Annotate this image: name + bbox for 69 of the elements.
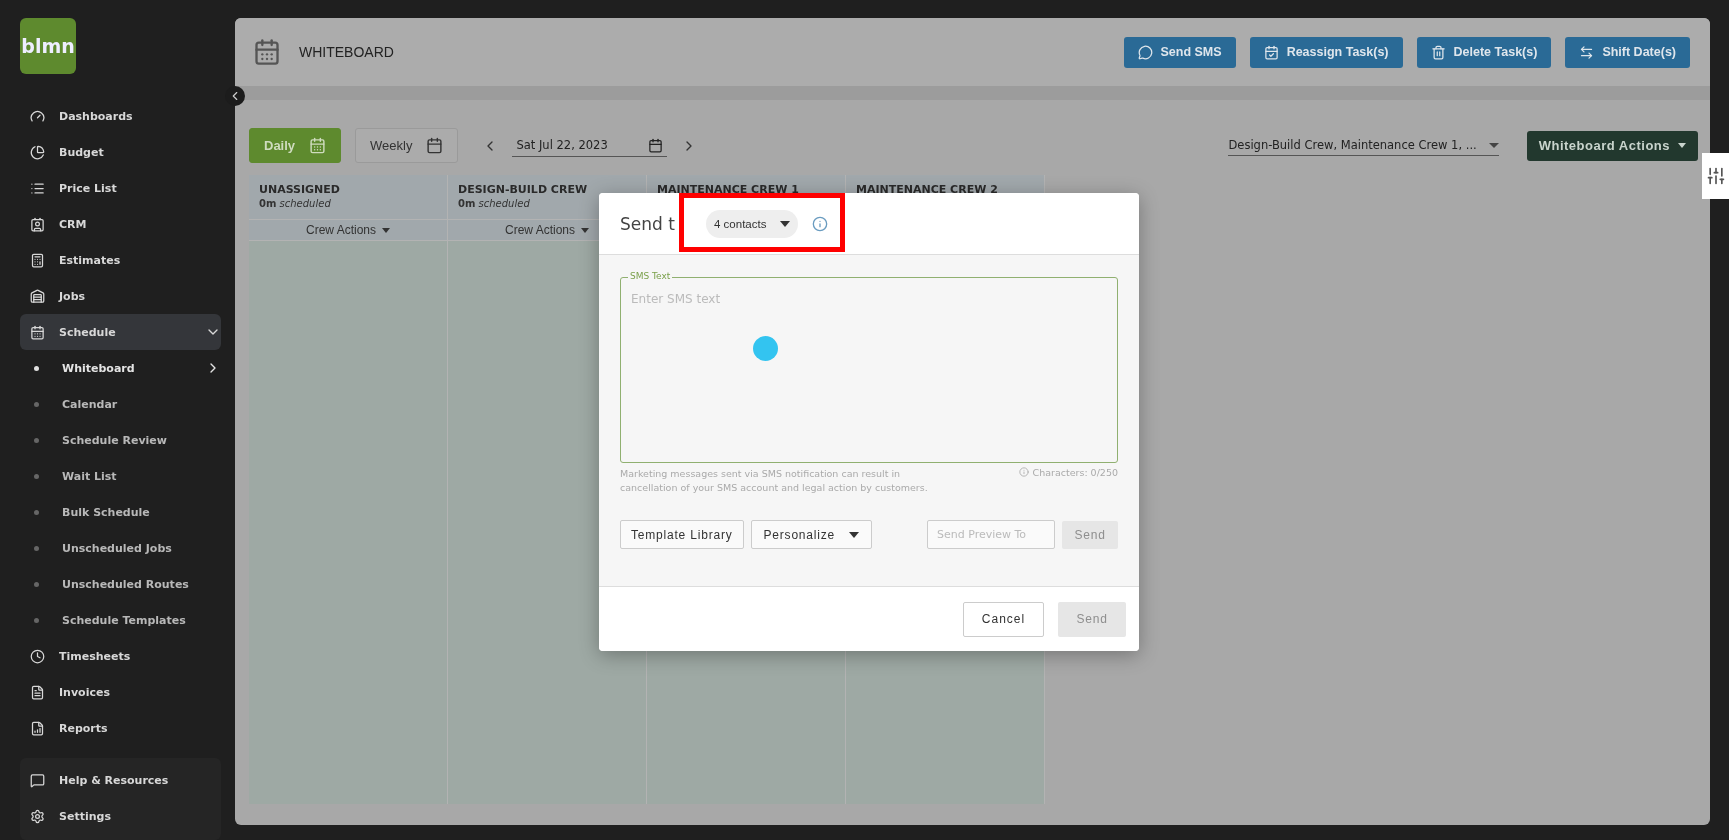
contact-card-icon: [30, 216, 45, 232]
list-icon: [30, 180, 45, 196]
scheduled-time: 0m scheduled: [458, 198, 531, 209]
character-count: Characters: 0/250: [1032, 467, 1118, 478]
sidebar-item[interactable]: Schedule: [20, 314, 221, 350]
sidebar-subitem[interactable]: Bulk Schedule: [20, 494, 221, 530]
sidebar-item[interactable]: CRM: [20, 206, 221, 242]
trash-icon: [1430, 44, 1446, 60]
sidebar-subitem[interactable]: Unscheduled Routes: [20, 566, 221, 602]
calculator-icon: [30, 252, 45, 268]
recipients-dropdown[interactable]: 4 contacts: [706, 209, 799, 238]
template-library-button[interactable]: Template Library: [620, 520, 744, 549]
calendar-icon: [30, 324, 45, 340]
settings-icon: [30, 808, 45, 824]
calendar-grid-icon: [426, 137, 444, 154]
crew-filter[interactable]: Design-Build Crew, Maintenance Crew 1, ...: [1228, 135, 1499, 156]
sidebar-subitem[interactable]: Calendar: [20, 386, 221, 422]
preview-recipient-field[interactable]: Send Preview To: [927, 520, 1055, 549]
pie-chart-icon: [30, 144, 45, 160]
column-title: MAINTENANCE CREW 1: [657, 183, 800, 196]
action-button[interactable]: Send SMS: [1123, 36, 1236, 68]
info-icon: [1018, 467, 1029, 477]
calendar-icon: [309, 137, 327, 154]
whiteboard-actions-button[interactable]: Whiteboard Actions: [1526, 130, 1698, 161]
column-title: UNASSIGNED: [259, 183, 341, 196]
sidebar-item[interactable]: Timesheets: [20, 638, 221, 674]
calendar-icon: [647, 137, 663, 153]
sidebar-subitem[interactable]: Unscheduled Jobs: [20, 530, 221, 566]
sidebar-item[interactable]: Invoices: [20, 674, 221, 710]
disclaimer-text: Marketing messages sent via SMS notification can result in cancellation of your SMS account and legal action by customers.: [620, 467, 929, 495]
logo: blmn: [20, 18, 76, 74]
crew-actions-button[interactable]: Crew Actions: [249, 219, 447, 241]
sidebar-subitem[interactable]: Whiteboard: [20, 350, 221, 386]
sidebar-item[interactable]: Price List: [20, 170, 221, 206]
sidebar-item[interactable]: Jobs: [20, 278, 221, 314]
view-tab[interactable]: Weekly: [355, 128, 459, 163]
cancel-button[interactable]: Cancel: [963, 601, 1044, 637]
collapse-button[interactable]: [225, 86, 245, 106]
document-icon: [30, 684, 45, 700]
warehouse-icon: [30, 288, 45, 304]
sidebar-item[interactable]: Dashboards: [20, 98, 221, 134]
gauge-icon: [30, 108, 45, 124]
calendar-icon: [253, 38, 281, 66]
sidebar-subitem[interactable]: Wait List: [20, 458, 221, 494]
info-icon[interactable]: [812, 215, 829, 232]
sidebar-item[interactable]: Settings: [20, 798, 221, 834]
sidebar-item[interactable]: Help & Resources: [20, 762, 221, 798]
sidebar-subitem[interactable]: Schedule Review: [20, 422, 221, 458]
clock-icon: [30, 648, 45, 664]
filter-settings-button[interactable]: [1702, 153, 1729, 199]
sliders-icon: [1705, 166, 1726, 186]
swap-arrows-icon: [1579, 44, 1595, 60]
action-button[interactable]: Reassign Task(s): [1249, 36, 1403, 68]
scheduled-time: 0m scheduled: [259, 198, 332, 209]
action-button[interactable]: Shift Date(s): [1565, 36, 1690, 68]
column-title: DESIGN-BUILD CREW: [458, 183, 589, 196]
page-title: WHITEBOARD: [299, 44, 395, 60]
calendar-icon: [1263, 44, 1279, 60]
field-label: SMS Text: [628, 271, 673, 282]
chat-icon: [1137, 44, 1153, 60]
sidebar-subitem[interactable]: Schedule Templates: [20, 602, 221, 638]
sidebar-item[interactable]: Estimates: [20, 242, 221, 278]
action-button[interactable]: Delete Task(s): [1416, 36, 1552, 68]
date-field[interactable]: Sat Jul 22, 2023: [512, 134, 667, 157]
column-title: MAINTENANCE CREW 2: [856, 183, 999, 196]
sidebar-item[interactable]: Reports: [20, 710, 221, 746]
sidebar-item[interactable]: Budget: [20, 134, 221, 170]
report-icon: [30, 720, 45, 736]
personalize-button[interactable]: Personalize: [750, 520, 873, 549]
